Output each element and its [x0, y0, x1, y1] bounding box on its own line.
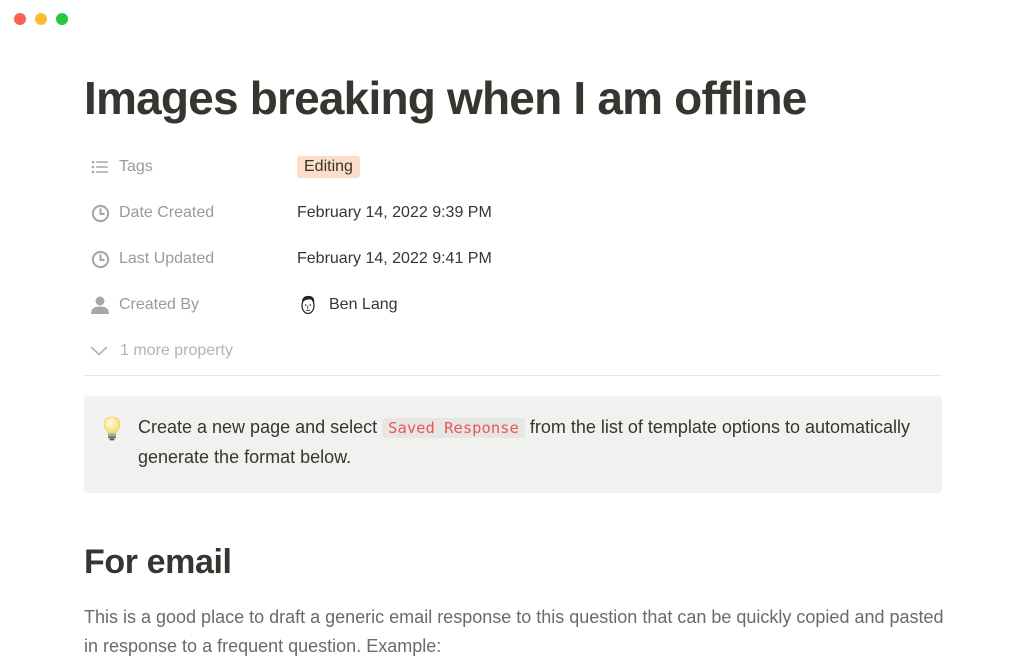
more-properties-toggle[interactable]: 1 more property: [84, 328, 942, 374]
minimize-window-button[interactable]: [35, 13, 47, 25]
clock-icon: [90, 203, 110, 223]
avatar: [297, 294, 319, 316]
lightbulb-icon: [102, 416, 122, 442]
list-icon: [90, 157, 110, 177]
property-last-updated: Last Updated February 14, 2022 9:41 PM: [84, 236, 942, 282]
property-label[interactable]: Last Updated: [84, 249, 297, 269]
tag-badge[interactable]: Editing: [297, 156, 360, 178]
inline-code: Saved Response: [382, 418, 525, 438]
property-label[interactable]: Tags: [84, 157, 297, 177]
person-icon: [90, 295, 110, 315]
section-heading[interactable]: For email: [84, 543, 232, 582]
callout-block[interactable]: Create a new page and select Saved Respo…: [84, 396, 942, 493]
chevron-down-icon: [90, 346, 110, 356]
property-label[interactable]: Created By: [84, 295, 297, 315]
property-value: February 14, 2022 9:41 PM: [297, 250, 492, 267]
divider: [84, 375, 942, 376]
property-created-by: Created By Ben Lang: [84, 282, 942, 328]
property-value[interactable]: Ben Lang: [297, 294, 398, 316]
properties-list: Tags Editing Date Created February 14, 2…: [84, 144, 942, 374]
creator-name: Ben Lang: [329, 296, 398, 313]
page-title[interactable]: Images breaking when I am offline: [84, 70, 807, 126]
property-date-created: Date Created February 14, 2022 9:39 PM: [84, 190, 942, 236]
callout-text-before: Create a new page and select: [138, 417, 383, 437]
clock-icon: [90, 249, 110, 269]
property-tags: Tags Editing: [84, 144, 942, 190]
property-label[interactable]: Date Created: [84, 203, 297, 223]
close-window-button[interactable]: [14, 13, 26, 25]
window-controls: [14, 13, 68, 25]
maximize-window-button[interactable]: [56, 13, 68, 25]
section-paragraph[interactable]: This is a good place to draft a generic …: [84, 603, 944, 661]
property-value: February 14, 2022 9:39 PM: [297, 204, 492, 221]
property-value[interactable]: Editing: [297, 156, 360, 178]
